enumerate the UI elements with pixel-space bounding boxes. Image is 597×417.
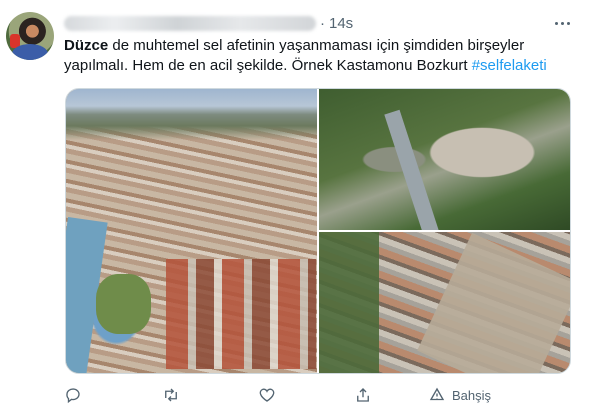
tweet-actions: Bahşiş (64, 384, 544, 406)
photo-detail (417, 232, 570, 373)
blurred-username[interactable] (64, 15, 316, 31)
tweet[interactable]: · 14s Düzce de muhtemel sel afetinin yaş… (0, 0, 597, 417)
tip-icon (429, 387, 445, 401)
more-options-button[interactable] (548, 12, 576, 34)
media-photo-valley[interactable] (319, 89, 570, 230)
tip-label: Bahşiş (452, 387, 492, 403)
photo-detail (319, 232, 379, 373)
retweet-button[interactable] (162, 384, 180, 406)
avatar-detail (12, 44, 48, 60)
more-horizontal-icon (566, 21, 570, 25)
timestamp[interactable]: 14s (329, 15, 353, 32)
tweet-text: Düzce de muhtemel sel afetinin yaşanmama… (64, 36, 564, 76)
share-icon (357, 388, 369, 402)
reply-button[interactable] (64, 384, 82, 406)
more-horizontal-icon (554, 21, 558, 25)
reply-icon (66, 388, 80, 404)
photo-detail (384, 109, 440, 230)
heart-icon (259, 388, 275, 402)
more-horizontal-icon (560, 21, 564, 25)
media-grid (65, 88, 571, 374)
media-photo-city[interactable] (66, 89, 317, 373)
tweet-text-body: de muhtemel sel afetinin yaşanmaması içi… (64, 37, 525, 74)
tweet-header: · 14s (64, 13, 353, 33)
hashtag-link[interactable]: #selfelaketi (472, 57, 547, 74)
like-button[interactable] (258, 384, 276, 406)
tip-button[interactable]: Bahşiş (428, 384, 491, 406)
share-button[interactable] (354, 384, 372, 406)
retweet-icon (165, 388, 177, 402)
separator: · (320, 14, 325, 32)
photo-detail (96, 274, 151, 334)
tweet-text-bold: Düzce (64, 37, 109, 54)
media-photo-flood[interactable] (319, 232, 570, 373)
photo-detail (166, 259, 316, 369)
avatar[interactable] (6, 12, 54, 60)
